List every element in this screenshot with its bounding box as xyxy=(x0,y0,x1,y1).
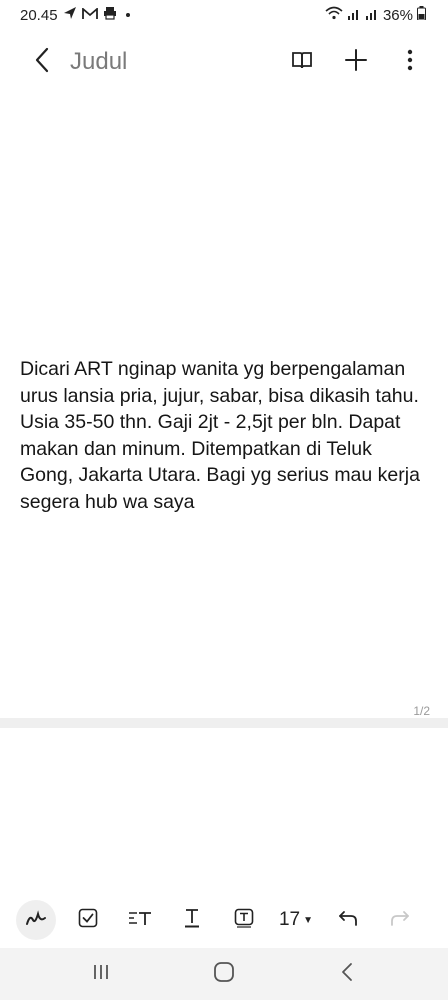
pen-icon xyxy=(25,909,47,931)
home-icon xyxy=(213,961,235,988)
status-right: 36% xyxy=(325,6,426,24)
note-page-1[interactable]: Dicari ART nginap wanita yg berpengalama… xyxy=(0,90,448,718)
editor-toolbar: 17 ▼ xyxy=(0,892,448,948)
page-indicator: 1/2 xyxy=(413,704,430,718)
navigation-arrow-icon xyxy=(63,6,77,24)
add-button[interactable] xyxy=(338,42,374,82)
wifi-icon xyxy=(325,6,343,24)
text-format-button[interactable] xyxy=(166,896,218,944)
header-actions xyxy=(284,42,428,82)
add-icon xyxy=(345,48,367,76)
back-icon xyxy=(341,962,353,987)
system-back-button[interactable] xyxy=(317,952,377,996)
text-box-button[interactable] xyxy=(218,896,270,944)
reading-mode-icon xyxy=(291,50,313,75)
font-size-button[interactable]: 17 ▼ xyxy=(270,896,322,944)
printer-icon xyxy=(103,6,117,24)
note-body-text[interactable]: Dicari ART nginap wanita yg berpengalama… xyxy=(20,356,430,515)
back-button[interactable] xyxy=(28,42,56,82)
signal-icon xyxy=(365,7,379,24)
system-nav-bar xyxy=(0,948,448,1000)
text-style-button[interactable] xyxy=(114,896,166,944)
signal-icon xyxy=(347,7,361,24)
text-underline-icon xyxy=(183,908,201,933)
back-icon xyxy=(34,47,50,78)
pen-mode-button[interactable] xyxy=(10,896,62,944)
status-time: 20.45 xyxy=(20,6,58,24)
dot-icon xyxy=(125,13,130,17)
redo-button[interactable] xyxy=(374,896,426,944)
note-title[interactable]: Judul xyxy=(70,48,284,76)
undo-button[interactable] xyxy=(322,896,374,944)
recent-apps-button[interactable] xyxy=(71,952,131,996)
redo-icon xyxy=(390,910,410,931)
font-size-dropdown-icon: ▼ xyxy=(303,914,314,926)
text-box-icon xyxy=(234,908,254,933)
battery-icon xyxy=(417,6,426,24)
more-options-button[interactable] xyxy=(392,42,428,82)
note-page-2[interactable] xyxy=(0,728,448,888)
reading-mode-button[interactable] xyxy=(284,42,320,82)
undo-icon xyxy=(338,910,358,931)
text-style-icon xyxy=(128,909,152,932)
checkbox-button[interactable] xyxy=(62,896,114,944)
status-left: 20.45 xyxy=(20,6,130,24)
battery-percent: 36% xyxy=(382,6,413,24)
font-size-value: 17 xyxy=(278,909,301,930)
status-bar: 20.45 36% xyxy=(0,0,448,30)
more-icon xyxy=(407,49,413,76)
note-header: Judul xyxy=(0,40,448,84)
home-button[interactable] xyxy=(194,952,254,996)
page-divider xyxy=(0,718,448,728)
gmail-icon xyxy=(81,6,98,24)
recent-apps-icon xyxy=(92,963,110,986)
checkbox-icon xyxy=(78,908,98,933)
